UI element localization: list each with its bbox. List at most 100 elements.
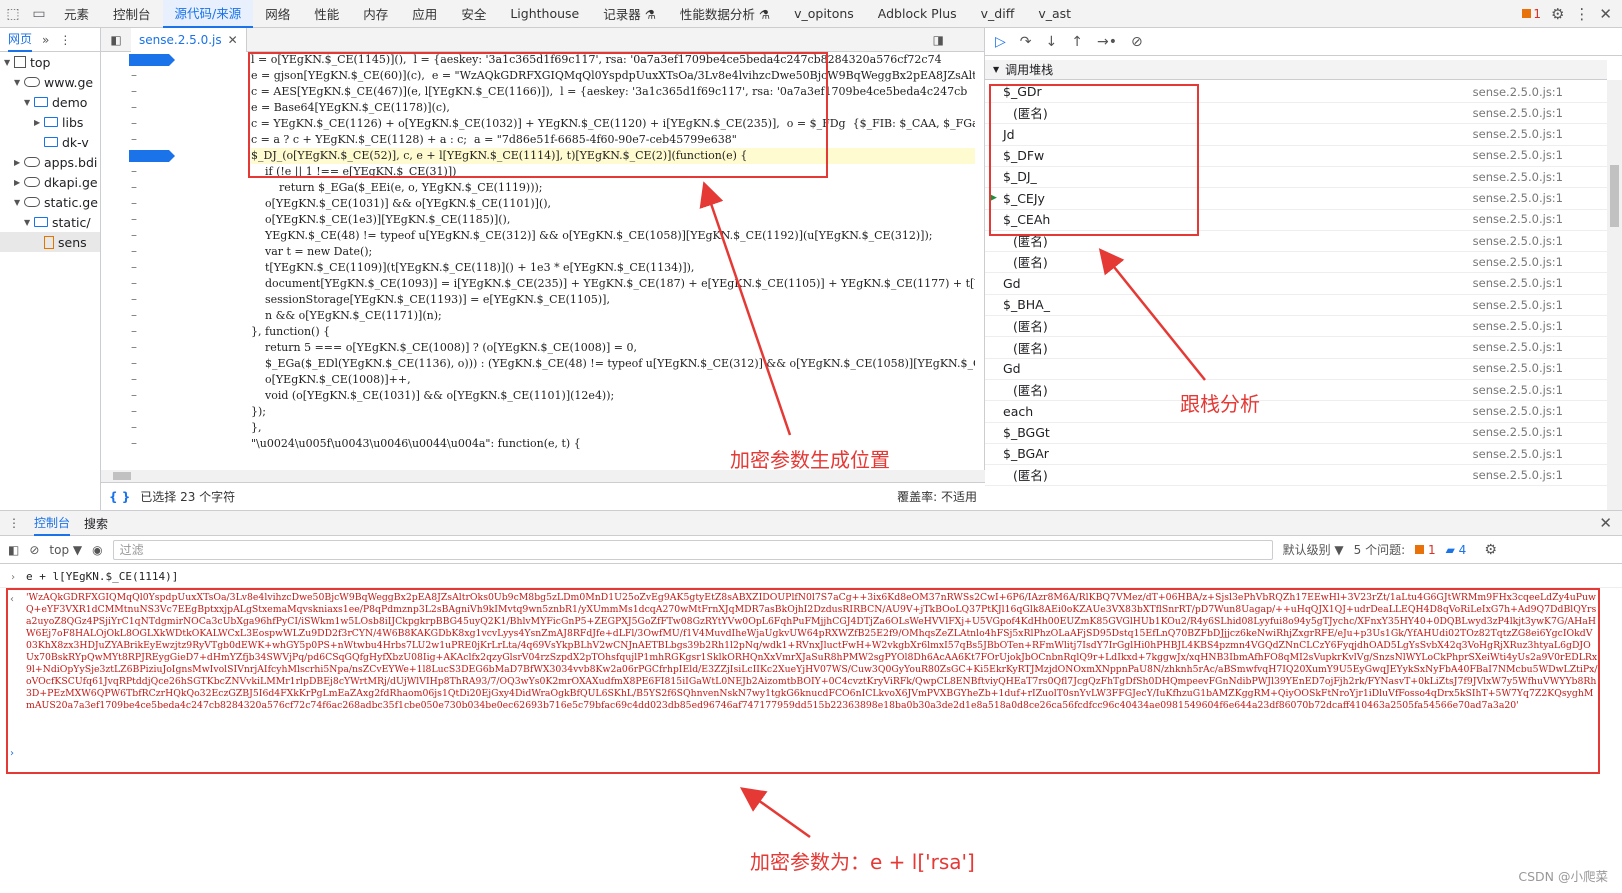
deactivate-breakpoints-icon[interactable]: ⊘: [1131, 34, 1143, 50]
call-frame[interactable]: each sense.2.5.0.js:1: [985, 401, 1607, 423]
filter-input[interactable]: 过滤: [112, 539, 1273, 560]
tab-10[interactable]: 性能数据分析 ⚗: [668, 0, 782, 28]
gutter-line[interactable]: –: [101, 84, 155, 100]
eye-icon[interactable]: ◉: [92, 543, 102, 557]
tab-0[interactable]: 元素: [52, 0, 101, 28]
resume-icon[interactable]: ▷: [995, 34, 1006, 50]
gutter-line[interactable]: –: [101, 436, 155, 452]
tab-search[interactable]: 搜索: [84, 515, 108, 532]
call-frame[interactable]: $_DJ_ sense.2.5.0.js:1: [985, 166, 1607, 189]
code-line[interactable]: var t = new Date();: [251, 244, 975, 260]
format-braces-icon[interactable]: { }: [109, 490, 130, 504]
gutter-line[interactable]: –: [101, 228, 155, 244]
toggle-debugger-icon[interactable]: ◨: [933, 33, 944, 47]
gutter-line[interactable]: –: [101, 324, 155, 340]
frame-location[interactable]: sense.2.5.0.js:1: [1473, 425, 1563, 439]
frame-location[interactable]: sense.2.5.0.js:1: [1473, 191, 1563, 205]
tree-item[interactable]: ▶ libs: [0, 112, 100, 132]
tab-page[interactable]: 网页: [8, 28, 33, 52]
scrollbar-thumb[interactable]: [1610, 165, 1619, 227]
frame-location[interactable]: sense.2.5.0.js:1: [1473, 255, 1563, 269]
tree-item[interactable]: ▶ apps.bdi: [0, 152, 100, 172]
gear-icon[interactable]: ⚙: [1551, 5, 1564, 23]
call-frame[interactable]: Jd sense.2.5.0.js:1: [985, 124, 1607, 146]
frame-location[interactable]: sense.2.5.0.js:1: [1473, 319, 1563, 333]
gutter-line[interactable]: –: [101, 260, 155, 276]
gutter-line[interactable]: –: [101, 308, 155, 324]
chevron-icon[interactable]: ▼: [24, 218, 34, 227]
frame-location[interactable]: sense.2.5.0.js:1: [1473, 298, 1563, 312]
tab-6[interactable]: 应用: [400, 0, 449, 28]
call-frame[interactable]: $_BHA_ sense.2.5.0.js:1: [985, 294, 1607, 316]
code-line[interactable]: YEgKN.$_CE(48) != typeof u[YEgKN.$_CE(31…: [251, 228, 975, 244]
chevron-icon[interactable]: ▼: [4, 58, 14, 67]
code-line[interactable]: o[YEgKN.$_CE(1e3)][YEgKN.$_CE(1185)](),: [251, 212, 975, 228]
issues-error-count[interactable]: 1: [1415, 543, 1436, 557]
gutter-line[interactable]: –: [101, 292, 155, 308]
step-out-icon[interactable]: ↑: [1071, 34, 1083, 50]
close-icon[interactable]: ✕: [1599, 5, 1612, 23]
call-frame[interactable]: $_DFw sense.2.5.0.js:1: [985, 145, 1607, 167]
gutter-line[interactable]: –: [101, 372, 155, 388]
gear-icon[interactable]: ⚙: [1484, 542, 1497, 558]
gutter-line[interactable]: –: [101, 196, 155, 212]
gutter-line[interactable]: –: [101, 244, 155, 260]
code-line[interactable]: if (!e || 1 !== e[YEgKN.$_CE(31)]): [251, 164, 975, 180]
frame-location[interactable]: sense.2.5.0.js:1: [1473, 468, 1563, 482]
frame-location[interactable]: sense.2.5.0.js:1: [1473, 276, 1563, 290]
tab-console[interactable]: 控制台: [34, 510, 71, 536]
call-frame[interactable]: (匿名) sense.2.5.0.js:1: [985, 230, 1607, 253]
code-line[interactable]: t[YEgKN.$_CE(1109)](t[YEgKN.$_CE(118)]()…: [251, 260, 975, 276]
gutter-line[interactable]: –: [101, 116, 155, 132]
code-content[interactable]: l = o[YEgKN.$_CE(1145)](), l = {aeskey: …: [155, 52, 975, 490]
frame-location[interactable]: sense.2.5.0.js:1: [1473, 85, 1563, 99]
code-line[interactable]: },: [251, 420, 975, 436]
tab-11[interactable]: v_opitons: [782, 0, 866, 28]
code-line[interactable]: }, function() {: [251, 324, 975, 340]
sidebar-toggle-icon[interactable]: ◧: [8, 543, 19, 557]
tree-item[interactable]: sens: [0, 232, 100, 252]
frame-location[interactable]: sense.2.5.0.js:1: [1473, 127, 1563, 141]
gutter-line[interactable]: –: [101, 68, 155, 84]
inspect-element-icon[interactable]: ⬚: [0, 0, 26, 28]
code-line[interactable]: c = AES[YEgKN.$_CE(467)](e, l[YEgKN.$_CE…: [251, 84, 975, 100]
code-line[interactable]: $_EGa($_EDl(YEgKN.$_CE(1136), o))) : (YE…: [251, 356, 975, 372]
chevron-icon[interactable]: ▶: [34, 118, 44, 127]
tab-1[interactable]: 控制台: [101, 0, 163, 28]
chevron-icon[interactable]: ▶: [14, 158, 24, 167]
gutter-line[interactable]: –: [101, 276, 155, 292]
tree-item[interactable]: ▼ top: [0, 52, 100, 72]
call-frame[interactable]: (匿名) sense.2.5.0.js:1: [985, 315, 1607, 338]
file-tab[interactable]: sense.2.5.0.js ✕: [131, 27, 247, 52]
close-icon[interactable]: ✕: [228, 33, 238, 47]
call-frame[interactable]: $_BGAr sense.2.5.0.js:1: [985, 443, 1607, 466]
frame-location[interactable]: sense.2.5.0.js:1: [1473, 383, 1563, 397]
code-line[interactable]: l = o[YEgKN.$_CE(1145)](), l = {aeskey: …: [251, 52, 975, 68]
issues-label[interactable]: 5 个问题:: [1354, 541, 1406, 558]
call-frame[interactable]: $_BGGt sense.2.5.0.js:1: [985, 422, 1607, 444]
code-line[interactable]: c = a ? c + YEgKN.$_CE(1128) + a : c; a …: [251, 132, 975, 148]
chevron-double-right-icon[interactable]: »: [42, 33, 49, 47]
gutter-line[interactable]: –: [101, 388, 155, 404]
call-frame[interactable]: ▶ $_CEJy sense.2.5.0.js:1: [985, 188, 1607, 210]
tree-item[interactable]: ▶ dkapi.ge: [0, 172, 100, 192]
gutter-line[interactable]: –: [101, 164, 155, 180]
frame-location[interactable]: sense.2.5.0.js:1: [1473, 148, 1563, 162]
gutter-line[interactable]: –: [101, 340, 155, 356]
gutter-line[interactable]: –: [101, 404, 155, 420]
frame-location[interactable]: sense.2.5.0.js:1: [1473, 404, 1563, 418]
tab-9[interactable]: 记录器 ⚗: [591, 0, 668, 28]
vertical-scrollbar[interactable]: [1607, 80, 1622, 510]
call-frame[interactable]: (匿名) sense.2.5.0.js:1: [985, 102, 1607, 125]
tree-item[interactable]: dk-v: [0, 132, 100, 152]
tab-13[interactable]: v_diff: [969, 0, 1027, 28]
code-line[interactable]: $_DJ_(o[YEgKN.$_CE(52)], c, e + l[YEgKN.…: [251, 148, 975, 164]
chevron-icon[interactable]: ▼: [14, 198, 24, 207]
tree-item[interactable]: ▼ static.ge: [0, 192, 100, 212]
tree-item[interactable]: ▼ www.ge: [0, 72, 100, 92]
frame-location[interactable]: sense.2.5.0.js:1: [1473, 447, 1563, 461]
code-line[interactable]: o[YEgKN.$_CE(1031)] && o[YEgKN.$_CE(1101…: [251, 196, 975, 212]
call-stack-header[interactable]: ▼ 调用堆栈: [985, 60, 1607, 80]
code-line[interactable]: document[YEgKN.$_CE(1093)] = i[YEgKN.$_C…: [251, 276, 975, 292]
call-frame[interactable]: $_CEAh sense.2.5.0.js:1: [985, 209, 1607, 231]
